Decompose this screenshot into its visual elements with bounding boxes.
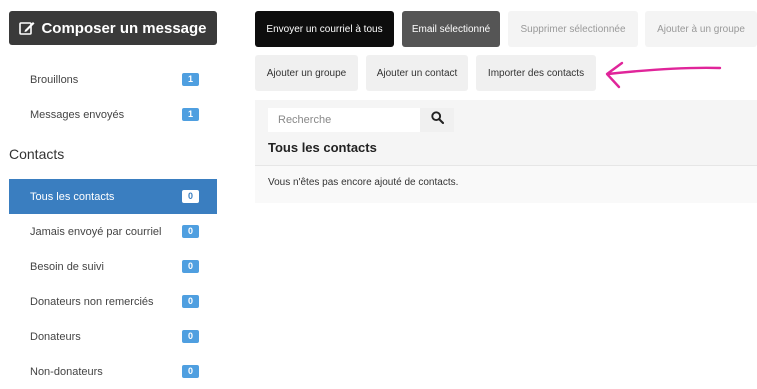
empty-state-message: Vous n'êtes pas encore ajouté de contact… (268, 177, 459, 188)
count-badge: 0 (182, 330, 199, 343)
panel-header: Tous les contacts (255, 100, 757, 166)
sidebar-item-label: Brouillons (30, 73, 79, 86)
add-to-group-label: Ajouter à un groupe (657, 23, 745, 35)
compose-message-button[interactable]: Composer un message (9, 11, 217, 45)
count-badge: 1 (182, 108, 199, 121)
page-title: Tous les contacts (268, 140, 377, 155)
sidebar-item-non-donors[interactable]: Non-donateurs 0 (9, 354, 217, 389)
sidebar-item-label: Non-donateurs (30, 365, 103, 378)
add-to-group-button[interactable]: Ajouter à un groupe (645, 11, 757, 47)
sidebar-item-unthanked-donors[interactable]: Donateurs non remerciés 0 (9, 284, 217, 319)
email-all-button[interactable]: Envoyer un courriel à tous (255, 11, 394, 47)
sidebar-item-sent[interactable]: Messages envoyés 1 (9, 97, 217, 132)
sidebar-item-never-emailed[interactable]: Jamais envoyé par courriel 0 (9, 214, 217, 249)
panel-body: Vous n'êtes pas encore ajouté de contact… (255, 166, 757, 203)
email-all-label: Envoyer un courriel à tous (266, 23, 383, 35)
search-input[interactable] (268, 108, 420, 132)
add-group-label: Ajouter un groupe (266, 67, 347, 79)
sidebar-item-donors[interactable]: Donateurs 0 (9, 319, 217, 354)
search-button[interactable] (420, 108, 454, 132)
import-contacts-button[interactable]: Importer des contacts (476, 55, 596, 91)
delete-selected-label: Supprimer sélectionnée (520, 23, 626, 35)
count-badge: 1 (182, 73, 199, 86)
search-icon (430, 111, 444, 129)
email-selected-label: Email sélectionné (411, 23, 491, 35)
delete-selected-button[interactable]: Supprimer sélectionnée (508, 11, 638, 47)
compose-message-label: Composer un message (41, 19, 207, 37)
count-badge: 0 (182, 295, 199, 308)
sidebar-item-needs-followup[interactable]: Besoin de suivi 0 (9, 249, 217, 284)
sidebar-item-label: Jamais envoyé par courriel (30, 225, 162, 238)
sidebar-item-label: Messages envoyés (30, 108, 125, 121)
count-badge: 0 (182, 260, 199, 273)
count-badge: 0 (182, 365, 199, 378)
sidebar-item-drafts[interactable]: Brouillons 1 (9, 62, 217, 97)
sidebar-item-all-contacts[interactable]: Tous les contacts 0 (9, 179, 217, 214)
add-group-button[interactable]: Ajouter un groupe (255, 55, 358, 91)
edit-icon (19, 21, 35, 35)
email-selected-button[interactable]: Email sélectionné (402, 11, 500, 47)
add-contact-button[interactable]: Ajouter un contact (366, 55, 468, 91)
sidebar-item-label: Tous les contacts (30, 190, 115, 203)
import-contacts-label: Importer des contacts (487, 67, 585, 79)
count-badge: 0 (182, 225, 199, 238)
count-badge: 0 (182, 190, 199, 203)
sidebar-item-label: Donateurs (30, 330, 81, 343)
contacts-heading: Contacts (9, 146, 65, 162)
arrow-left-icon (600, 58, 725, 97)
contacts-panel: Tous les contacts Vous n'êtes pas encore… (255, 100, 757, 203)
add-contact-label: Ajouter un contact (376, 67, 458, 79)
sidebar-item-label: Donateurs non remerciés (30, 295, 154, 308)
sidebar-item-label: Besoin de suivi (30, 260, 104, 273)
